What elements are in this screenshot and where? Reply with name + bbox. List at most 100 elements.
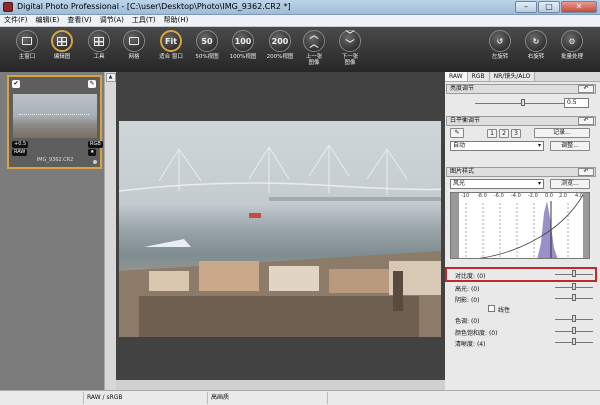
check-icon[interactable]: ✔: [12, 80, 20, 88]
highlight-slider-thumb[interactable]: [572, 283, 576, 290]
saturation-label: 颜色饱和度: (0): [455, 330, 498, 337]
shadow-slider-thumb[interactable]: [572, 294, 576, 301]
highlight-label: 高光: (0): [455, 286, 480, 293]
wb-mode-value: 自动: [453, 142, 466, 149]
saturation-value: (0): [488, 330, 498, 337]
contrast-slider-thumb[interactable]: [572, 270, 576, 277]
status-bar: RAW / sRGB 高画质: [0, 390, 600, 405]
thumbnail-scrollbar[interactable]: ▲: [104, 72, 116, 390]
tools-button[interactable]: 工具: [84, 30, 114, 60]
picture-style-select[interactable]: 风光 ▾: [450, 179, 544, 189]
picture-style-browse-button[interactable]: 浏览...: [550, 179, 590, 189]
brightness-input[interactable]: 0.5: [564, 98, 589, 108]
zoom-200-label: 200%视图: [266, 54, 294, 60]
main-photo: [119, 121, 441, 337]
white-balance-header: 白平衡调节 ↶: [446, 116, 596, 126]
tool-palette: RAW RGB NR/镜头/ALO 亮度调节 ↶ 0.5 白平衡调节 ↶ ✎ 1…: [445, 72, 600, 390]
shadow-label: 阴影: (0): [455, 297, 480, 304]
window-title: Digital Photo Professional - [C:\user\De…: [17, 2, 291, 11]
color-tone-slider-thumb[interactable]: [572, 315, 576, 322]
scroll-up-arrow[interactable]: ▲: [105, 73, 116, 82]
maximize-button[interactable]: □: [538, 1, 560, 13]
zoom-200-icon: 200: [269, 30, 291, 52]
contrast-name: 对比度: [455, 273, 474, 280]
grid-button[interactable]: 网格: [119, 30, 149, 60]
menu-file[interactable]: 文件(F): [0, 15, 32, 26]
wb-preset-1[interactable]: 1: [487, 129, 497, 138]
rotate-right-icon: ↻: [525, 30, 547, 52]
menu-edit[interactable]: 编辑(E): [32, 15, 64, 26]
sharpness-slider-thumb[interactable]: [572, 338, 576, 345]
histogram-graphic: [451, 193, 589, 258]
status-cell-empty: [0, 392, 84, 404]
sharpness-label: 清晰度: (4): [455, 341, 486, 348]
saturation-slider-thumb[interactable]: [572, 327, 576, 334]
main-window-button[interactable]: 主窗口: [12, 30, 42, 60]
color-tone-value: (0): [470, 318, 480, 325]
white-balance-reset-icon[interactable]: ↶: [578, 117, 594, 125]
color-tone-name: 色调: [455, 318, 468, 325]
prev-image-button[interactable]: ︿ ︿ 上一张 图像: [299, 30, 329, 66]
zoom-50-icon: 50: [196, 30, 218, 52]
rgb-badge: RGB: [88, 141, 103, 148]
eyedropper-icon[interactable]: ✎: [450, 128, 464, 138]
white-balance-title: 白平衡调节: [450, 117, 481, 124]
viewer-scrollbar[interactable]: [116, 380, 445, 390]
fit-window-button[interactable]: Fit 适合 窗口: [156, 30, 186, 60]
thumbnail-card[interactable]: ✔ ✎ +0.5 RAW RGB ★ IMG_9362.CR2: [7, 75, 103, 169]
wb-preset-3[interactable]: 3: [511, 129, 521, 138]
batch-process-button[interactable]: ⚙ 批量处理: [557, 30, 587, 60]
picture-style-value: 风光: [453, 180, 466, 187]
grid-icon: [123, 30, 145, 52]
brightness-reset-icon[interactable]: ↶: [578, 85, 594, 93]
hist-tick: -6.0: [494, 193, 504, 199]
brightness-slider[interactable]: [475, 103, 565, 104]
hist-tick: -8.0: [477, 193, 487, 199]
highlight-value: (0): [470, 286, 480, 293]
tab-rgb[interactable]: RGB: [467, 72, 490, 81]
sharpness-value: (4): [476, 341, 486, 348]
menu-view[interactable]: 查看(V): [63, 15, 95, 26]
thumbnail-filename: IMG_9362.CR2: [36, 157, 74, 163]
main-window-label: 主窗口: [18, 54, 36, 60]
tools-label: 工具: [93, 54, 105, 60]
tools-icon: [88, 30, 110, 52]
edit-image-button[interactable]: 编辑图: [47, 30, 77, 60]
next-image-button[interactable]: ﹀ ﹀ 下一张 图像: [335, 30, 365, 66]
wb-record-button[interactable]: 记录...: [534, 128, 590, 138]
prev-image-label: 上一张 图像: [305, 54, 323, 66]
hist-tick: 4.0: [575, 193, 583, 199]
status-quality: 高画质: [208, 392, 328, 404]
linear-label: 线性: [498, 307, 511, 314]
zoom-100-button[interactable]: 100 100%视图: [228, 30, 258, 60]
menu-help[interactable]: 帮助(H): [160, 15, 193, 26]
rotate-left-button[interactable]: ↺ 左旋转: [485, 30, 515, 60]
menu-tools[interactable]: 工具(T): [128, 15, 160, 26]
grid-label: 网格: [128, 54, 140, 60]
wb-mode-select[interactable]: 自动 ▾: [450, 141, 544, 151]
contrast-label: 对比度: (0): [455, 273, 486, 280]
zoom-50-button[interactable]: 50 50%视图: [192, 30, 222, 60]
linear-checkbox[interactable]: [488, 305, 495, 312]
close-button[interactable]: ✕: [561, 1, 597, 13]
menu-adjust[interactable]: 调节(A): [96, 15, 128, 26]
wb-preset-2[interactable]: 2: [499, 129, 509, 138]
image-viewer[interactable]: [116, 72, 445, 390]
minimize-button[interactable]: –: [515, 1, 537, 13]
tone-curve-histogram[interactable]: -10 -8.0 -6.0 -4.0 -2.0 0.0 2.0 4.0: [450, 192, 590, 259]
wb-adjust-button[interactable]: 调整...: [550, 141, 590, 151]
chevron-down-icon: ▾: [537, 142, 541, 149]
saturation-name: 颜色饱和度: [455, 330, 486, 337]
zoom-200-button[interactable]: 200 200%视图: [265, 30, 295, 60]
brightness-slider-thumb[interactable]: [521, 99, 525, 106]
window-controls: – □ ✕: [514, 1, 597, 13]
tab-nr-lens-alo[interactable]: NR/镜头/ALO: [489, 72, 536, 81]
rotate-left-icon: ↺: [489, 30, 511, 52]
main-window-icon: [16, 30, 38, 52]
sharpness-name: 清晰度: [455, 341, 474, 348]
app-icon: [3, 2, 13, 12]
picture-style-reset-icon[interactable]: ↶: [578, 168, 594, 176]
tab-raw[interactable]: RAW: [445, 72, 468, 81]
thumbnail-pane: ✔ ✎ +0.5 RAW RGB ★ IMG_9362.CR2: [0, 72, 104, 390]
rotate-right-button[interactable]: ↻ 右旋转: [521, 30, 551, 60]
